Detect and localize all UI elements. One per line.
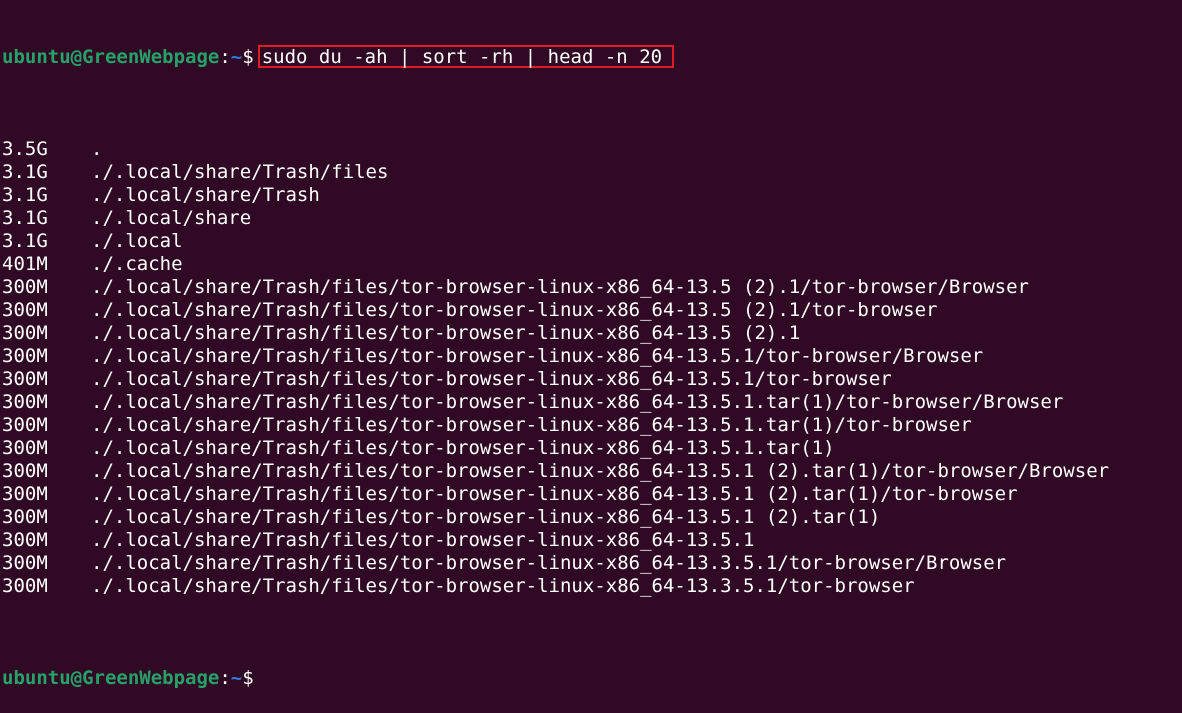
- prompt-colon: :: [219, 667, 231, 689]
- output-row: 3.5G.: [2, 138, 1109, 161]
- disk-usage-path: ./.local/share/Trash/files/tor-browser-l…: [91, 460, 1110, 482]
- highlighted-command: sudo du -ah | sort -rh | head -n 20: [257, 45, 675, 68]
- disk-usage-size: 3.1G: [2, 207, 48, 229]
- terminal-window[interactable]: ubuntu@GreenWebpage: ~ $ sudo du -ah | sort…: [2, 0, 1109, 713]
- disk-usage-path: ./.local/share/Trash/files/tor-browser-l…: [91, 414, 972, 436]
- prompt-directory: ~: [230, 46, 243, 68]
- output-row: 300M ./.local/share/Trash/files/tor-brows…: [2, 345, 1109, 368]
- output-row: 300M ./.local/share/Trash/files/tor-brows…: [2, 460, 1109, 483]
- disk-usage-size: 300M: [2, 437, 48, 459]
- disk-usage-size: 300M: [2, 276, 48, 298]
- output-row: 401M ./.cache: [2, 253, 1109, 276]
- disk-usage-path: ./.local/share/Trash/files/tor-browser-l…: [91, 552, 1007, 574]
- disk-usage-size: 3.5G: [2, 138, 48, 160]
- output-row: 3.1G ./.local/share: [2, 207, 1109, 230]
- disk-usage-size: 300M: [2, 506, 48, 528]
- prompt-user-host: ubuntu@GreenWebpage: [2, 667, 220, 689]
- output-row: 300M ./.local/share/Trash/files/tor-brows…: [2, 483, 1109, 506]
- output-row: 300M ./.local/share/Trash/files/tor-brows…: [2, 368, 1109, 391]
- disk-usage-path: ./.local/share/Trash/files/tor-browser-l…: [91, 575, 915, 597]
- disk-usage-path: .: [91, 138, 103, 160]
- output-row: 3.1G ./.local: [2, 230, 1109, 253]
- disk-usage-path: ./.local/share/Trash/files/tor-browser-l…: [91, 437, 835, 459]
- disk-usage-size: 401M: [2, 253, 48, 275]
- disk-usage-size: 300M: [2, 368, 48, 390]
- output-row: 300M ./.local/share/Trash/files/tor-brows…: [2, 437, 1109, 460]
- final-prompt-line[interactable]: ubuntu@GreenWebpage: ~ $: [2, 667, 1109, 690]
- output-row: 300M ./.local/share/Trash/files/tor-brows…: [2, 529, 1109, 552]
- disk-usage-path: ./.local/share/Trash/files/tor-browser-l…: [91, 506, 881, 528]
- prompt-symbol: $: [242, 667, 254, 689]
- disk-usage-path: ./.local/share/Trash/files/tor-browser-l…: [91, 322, 801, 344]
- disk-usage-size: 300M: [2, 575, 48, 597]
- output-row: 300M ./.local/share/Trash/files/tor-brows…: [2, 391, 1109, 414]
- output-row: 3.1G ./.local/share/Trash: [2, 184, 1109, 207]
- output-row: 300M ./.local/share/Trash/files/tor-brows…: [2, 414, 1109, 437]
- prompt-colon: :: [219, 46, 231, 68]
- disk-usage-path: ./.local/share/Trash/files/tor-browser-l…: [91, 391, 1064, 413]
- disk-usage-path: ./.local/share/Trash/files/tor-browser-l…: [91, 529, 755, 551]
- disk-usage-path: ./.local/share/Trash/files: [91, 161, 389, 183]
- disk-usage-path: ./.local/share/Trash/files/tor-browser-l…: [91, 345, 984, 367]
- prompt-user-host: ubuntu@GreenWebpage: [2, 46, 220, 68]
- disk-usage-size: 3.1G: [2, 230, 48, 252]
- disk-usage-path: ./.local/share/Trash/files/tor-browser-l…: [91, 483, 1018, 505]
- disk-usage-path: ./.local/share/Trash/files/tor-browser-l…: [91, 299, 938, 321]
- disk-usage-path: ./.cache: [91, 253, 183, 275]
- command-line: ubuntu@GreenWebpage: ~ $ sudo du -ah | sort…: [2, 45, 1109, 69]
- disk-usage-size: 300M: [2, 391, 48, 413]
- output-row: 3.1G ./.local/share/Trash/files: [2, 161, 1109, 184]
- disk-usage-size: 3.1G: [2, 161, 48, 183]
- disk-usage-size: 300M: [2, 552, 48, 574]
- output-row: 300M ./.local/share/Trash/files/tor-brows…: [2, 322, 1109, 345]
- command-output: 3.5G. 3.1G ./.local/share/Trash/files 3.1G.…: [2, 138, 1109, 598]
- disk-usage-path: ./.local/share: [91, 207, 252, 229]
- output-row: 300M ./.local/share/Trash/files/tor-brows…: [2, 299, 1109, 322]
- disk-usage-size: 300M: [2, 460, 48, 482]
- disk-usage-size: 300M: [2, 299, 48, 321]
- disk-usage-size: 300M: [2, 345, 48, 367]
- prompt-symbol: $: [242, 46, 254, 68]
- disk-usage-path: ./.local/share/Trash/files/tor-browser-l…: [91, 368, 892, 390]
- output-row: 300M ./.local/share/Trash/files/tor-brows…: [2, 276, 1109, 299]
- disk-usage-path: ./.local: [91, 230, 183, 252]
- disk-usage-size: 300M: [2, 414, 48, 436]
- disk-usage-path: ./.local/share/Trash: [91, 184, 320, 206]
- disk-usage-size: 300M: [2, 483, 48, 505]
- disk-usage-size: 300M: [2, 322, 48, 344]
- output-row: 300M ./.local/share/Trash/files/tor-brows…: [2, 552, 1109, 575]
- output-row: 300M ./.local/share/Trash/files/tor-brows…: [2, 506, 1109, 529]
- disk-usage-size: 3.1G: [2, 184, 48, 206]
- disk-usage-size: 300M: [2, 529, 48, 551]
- prompt-directory: ~: [230, 667, 243, 689]
- output-row: 300M ./.local/share/Trash/files/tor-brows…: [2, 575, 1109, 598]
- disk-usage-path: ./.local/share/Trash/files/tor-browser-l…: [91, 276, 1029, 298]
